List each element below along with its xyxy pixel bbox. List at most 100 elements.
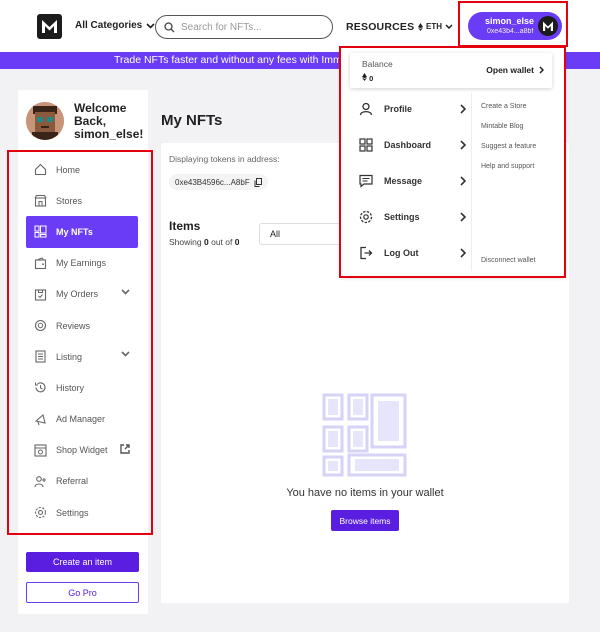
- link-mintable-blog[interactable]: Mintable Blog: [481, 123, 536, 143]
- items-heading: Items: [169, 219, 201, 233]
- logout-icon: [360, 246, 373, 260]
- sidebar: Welcome Back, simon_else! Home Stores My…: [18, 90, 148, 614]
- account-dropdown: Balance 0 Open wallet Profile Dashboard …: [341, 48, 565, 277]
- search-bar: [155, 15, 333, 39]
- menu-item-settings[interactable]: Settings: [350, 199, 468, 235]
- balance-card: Balance 0 Open wallet: [350, 53, 552, 88]
- welcome-text: Welcome Back, simon_else!: [74, 102, 143, 141]
- sidebar-item-history[interactable]: History: [26, 372, 138, 403]
- open-wallet-link[interactable]: Open wallet: [486, 65, 544, 75]
- ethereum-icon: [362, 73, 367, 81]
- sidebar-item-settings[interactable]: Settings: [26, 497, 138, 528]
- page-title: My NFTs: [161, 112, 223, 129]
- sidebar-nav: Home Stores My NFTs My Earnings My Order…: [26, 154, 138, 528]
- empty-wallet-icon: [322, 393, 407, 477]
- balance-value-row: 0: [362, 73, 373, 83]
- sidebar-item-my-nfts[interactable]: My NFTs: [26, 216, 138, 248]
- sidebar-item-my-orders[interactable]: My Orders: [26, 279, 138, 310]
- sidebar-item-referral[interactable]: Referral: [26, 466, 138, 497]
- categories-dropdown[interactable]: All Categories: [75, 20, 155, 31]
- sidebar-item-label: My Orders: [56, 289, 99, 300]
- avatar[interactable]: [26, 102, 64, 140]
- user-account-button[interactable]: simon_else 0xe43b4...a8bf: [468, 12, 562, 40]
- sidebar-item-listing[interactable]: Listing: [26, 341, 138, 372]
- sidebar-item-label: Shop Widget: [56, 445, 108, 456]
- mintable-logo[interactable]: [37, 14, 62, 39]
- chevron-right-icon: [460, 104, 466, 114]
- wallet-address: 0xe43B4596c...A8bF: [175, 177, 250, 187]
- chevron-right-icon: [539, 66, 544, 74]
- displaying-label: Displaying tokens in address:: [169, 154, 280, 164]
- chevron-right-icon: [460, 176, 466, 186]
- sidebar-item-label: Listing: [56, 351, 83, 362]
- menu-item-label: Profile: [384, 104, 413, 114]
- history-icon: [35, 382, 46, 393]
- sidebar-item-label: Ad Manager: [56, 414, 106, 425]
- dashboard-icon: [359, 138, 373, 152]
- sidebar-item-home[interactable]: Home: [26, 154, 138, 185]
- chevron-down-icon: [445, 24, 453, 29]
- banner-text: Trade NFTs faster and without any fees w…: [114, 54, 351, 66]
- wallet-address-chip[interactable]: 0xe43B4596c...A8bF: [169, 174, 268, 190]
- welcome-username: simon_else!: [74, 127, 144, 141]
- empty-message: You have no items in your wallet: [286, 487, 444, 499]
- showing-count: 0: [203, 237, 209, 247]
- resources-menu[interactable]: RESOURCES: [346, 21, 414, 33]
- link-create-store[interactable]: Create a Store: [481, 103, 536, 123]
- account-menu: Profile Dashboard Message Settings Log O…: [350, 91, 468, 271]
- filter-select[interactable]: All: [259, 223, 349, 245]
- home-icon: [34, 163, 47, 176]
- sidebar-item-my-earnings[interactable]: My Earnings: [26, 248, 138, 279]
- top-header: All Categories RESOURCES ETH simon_else …: [0, 0, 600, 52]
- menu-item-label: Dashboard: [384, 140, 432, 150]
- sidebar-item-label: Reviews: [56, 320, 91, 331]
- chevron-right-icon: [460, 248, 466, 258]
- menu-item-dashboard[interactable]: Dashboard: [350, 127, 468, 163]
- disconnect-wallet-link[interactable]: Disconnect wallet: [481, 257, 535, 264]
- menu-item-label: Settings: [384, 212, 420, 222]
- link-help-support[interactable]: Help and support: [481, 163, 536, 183]
- sidebar-item-reviews[interactable]: Reviews: [26, 310, 138, 341]
- message-icon: [359, 174, 373, 188]
- sidebar-item-label: Stores: [56, 195, 83, 206]
- ethereum-icon: [418, 22, 423, 31]
- create-item-button[interactable]: Create an item: [26, 552, 139, 572]
- menu-item-message[interactable]: Message: [350, 163, 468, 199]
- sidebar-item-label: Settings: [56, 507, 89, 518]
- link-suggest-feature[interactable]: Suggest a feature: [481, 143, 536, 163]
- chevron-down-icon: [121, 289, 130, 295]
- chevron-down-icon: [146, 22, 155, 29]
- chevron-right-icon: [460, 212, 466, 222]
- reviews-icon: [34, 319, 47, 332]
- search-input[interactable]: [181, 21, 321, 33]
- menu-item-label: Message: [384, 176, 423, 186]
- balance-label: Balance: [362, 59, 393, 69]
- sidebar-item-stores[interactable]: Stores: [26, 185, 138, 216]
- store-icon: [34, 195, 47, 207]
- listing-icon: [35, 350, 46, 363]
- browse-items-button[interactable]: Browse items: [331, 510, 399, 531]
- megaphone-icon: [34, 413, 46, 425]
- currency-selector[interactable]: ETH: [418, 22, 453, 31]
- menu-item-profile[interactable]: Profile: [350, 91, 468, 127]
- balance-value: 0: [369, 74, 374, 83]
- sidebar-item-label: My Earnings: [56, 258, 107, 269]
- external-link-icon: [120, 443, 130, 454]
- gear-icon: [359, 210, 373, 224]
- go-pro-button[interactable]: Go Pro: [26, 582, 139, 603]
- welcome-greeting: Welcome Back,: [74, 101, 127, 128]
- showing-mid: out of: [211, 237, 233, 247]
- user-name: simon_else: [485, 16, 535, 26]
- menu-item-logout[interactable]: Log Out: [350, 235, 468, 271]
- nft-grid-icon: [34, 225, 47, 238]
- showing-prefix: Showing: [169, 237, 202, 247]
- sidebar-item-shop-widget[interactable]: Shop Widget: [26, 435, 138, 466]
- items-count: Showing 0 out of 0: [169, 237, 239, 247]
- sidebar-item-ad-manager[interactable]: Ad Manager: [26, 404, 138, 435]
- sidebar-item-label: Referral: [56, 476, 89, 487]
- gear-icon: [34, 507, 47, 519]
- sidebar-item-label: Home: [56, 164, 81, 175]
- copy-icon[interactable]: [254, 177, 262, 187]
- sidebar-item-label: History: [56, 382, 85, 393]
- currency-label: ETH: [426, 22, 442, 31]
